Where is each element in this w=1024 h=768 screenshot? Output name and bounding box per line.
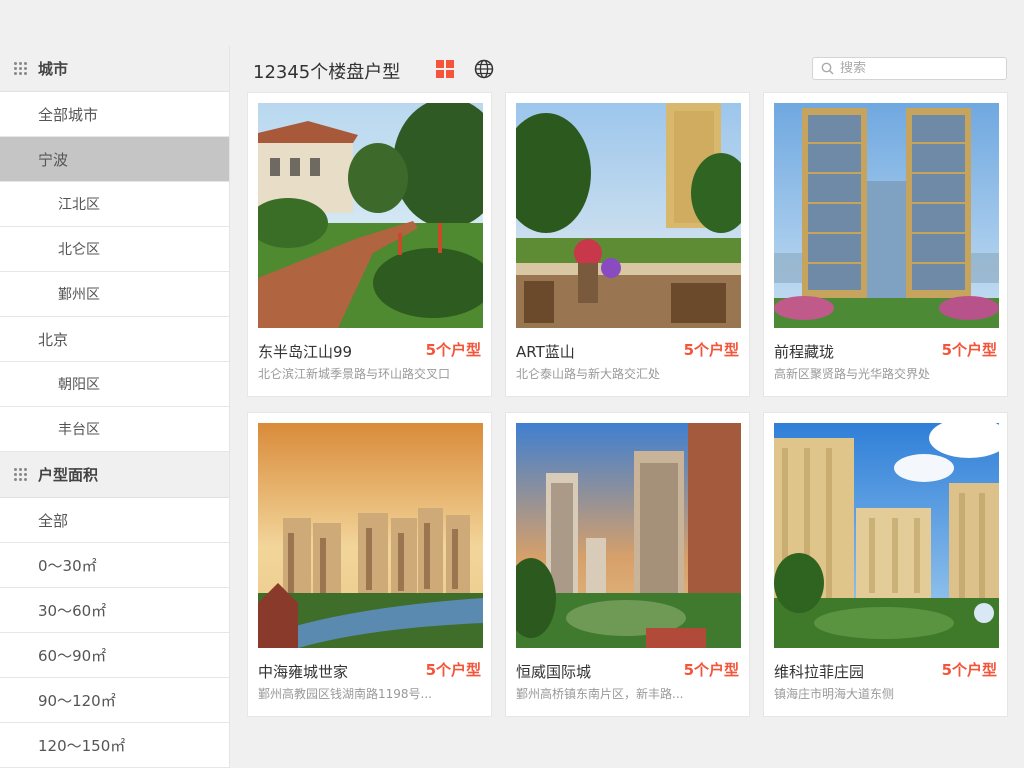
sidebar-item-area-all[interactable]: 全部 (0, 498, 229, 543)
listing-unit-count: 5个户型 (683, 661, 739, 679)
listing-address: 鄞州高教园区钱湖南路1198号... (258, 687, 432, 701)
listing-photo (258, 423, 483, 648)
sidebar-item-yinzhou[interactable]: 鄞州区 (0, 272, 229, 317)
sidebar-item-area-30-60[interactable]: 30～60㎡ (0, 588, 229, 633)
dots-grid-icon (14, 61, 28, 76)
listing-address: 高新区聚贤路与光华路交界处 (774, 367, 931, 381)
sidebar-item-ningbo[interactable]: 宁波 (0, 137, 229, 182)
sidebar-item-beilun[interactable]: 北仑区 (0, 227, 229, 272)
listing-address: 镇海庄市明海大道东侧 (774, 687, 895, 701)
globe-icon[interactable] (474, 59, 494, 79)
listing-unit-count: 5个户型 (425, 341, 481, 359)
listing-photo (516, 423, 741, 648)
search-input[interactable] (840, 61, 1000, 76)
listing-card[interactable]: 维科拉菲庄园 5个户型 镇海庄市明海大道东侧 (763, 412, 1008, 717)
listing-card[interactable]: 中海雍城世家 5个户型 鄞州高教园区钱湖南路1198号... (247, 412, 492, 717)
sidebar-item-beijing[interactable]: 北京 (0, 317, 229, 362)
listing-photo (258, 103, 483, 328)
sidebar-item-all-cities[interactable]: 全部城市 (0, 92, 229, 137)
listing-card[interactable]: 恒威国际城 5个户型 鄞州高桥镇东南片区，新丰路... (505, 412, 750, 717)
listing-photo (774, 423, 999, 648)
listing-photo (516, 103, 741, 328)
listing-name: 维科拉菲庄园 (774, 663, 865, 681)
listing-name: ART蓝山 (516, 343, 575, 361)
listing-card[interactable]: 东半岛江山99 5个户型 北仑滨江新城季景路与环山路交叉口 (247, 92, 492, 397)
listing-address: 鄞州高桥镇东南片区，新丰路... (516, 687, 684, 701)
listing-unit-count: 5个户型 (683, 341, 739, 359)
sidebar-item-area-120-150[interactable]: 120～150㎡ (0, 723, 229, 768)
listing-address: 北仑泰山路与新大路交汇处 (516, 367, 661, 381)
sidebar-item-jiangbei[interactable]: 江北区 (0, 182, 229, 227)
listing-name: 中海雍城世家 (258, 663, 349, 681)
listing-photo (774, 103, 999, 328)
area-section-header: 户型面积 (0, 452, 229, 498)
listing-grid: 东半岛江山99 5个户型 北仑滨江新城季景路与环山路交叉口 ART蓝山 5个户型… (247, 92, 1008, 717)
listing-unit-count: 5个户型 (941, 661, 997, 679)
sidebar-item-chaoyang[interactable]: 朝阳区 (0, 362, 229, 407)
dots-grid-icon (14, 467, 28, 482)
listing-card[interactable]: ART蓝山 5个户型 北仑泰山路与新大路交汇处 (505, 92, 750, 397)
listing-card[interactable]: 前程藏珑 5个户型 高新区聚贤路与光华路交界处 (763, 92, 1008, 397)
listing-unit-count: 5个户型 (425, 661, 481, 679)
listing-name: 恒威国际城 (516, 663, 592, 681)
sidebar-item-area-90-120[interactable]: 90～120㎡ (0, 678, 229, 723)
listing-name: 东半岛江山99 (258, 343, 353, 361)
sidebar-item-area-60-90[interactable]: 60～90㎡ (0, 633, 229, 678)
search-icon (821, 62, 834, 75)
sidebar-item-area-0-30[interactable]: 0～30㎡ (0, 543, 229, 588)
listing-address: 北仑滨江新城季景路与环山路交叉口 (258, 367, 451, 381)
listing-name: 前程藏珑 (774, 343, 835, 361)
listing-unit-count: 5个户型 (941, 341, 997, 359)
city-header-label: 城市 (38, 60, 69, 78)
grid-view-icon[interactable] (436, 60, 454, 78)
sidebar: 城市 全部城市 宁波 江北区 北仑区 鄞州区 北京 朝阳区 丰台区 户型面积 全… (0, 46, 230, 768)
sidebar-item-fengtai[interactable]: 丰台区 (0, 407, 229, 452)
area-header-label: 户型面积 (38, 466, 99, 484)
search-box[interactable] (812, 57, 1007, 80)
top-bar: 12345个楼盘户型 (230, 46, 1024, 92)
city-section-header: 城市 (0, 46, 229, 92)
listing-count-title: 12345个楼盘户型 (253, 62, 401, 83)
